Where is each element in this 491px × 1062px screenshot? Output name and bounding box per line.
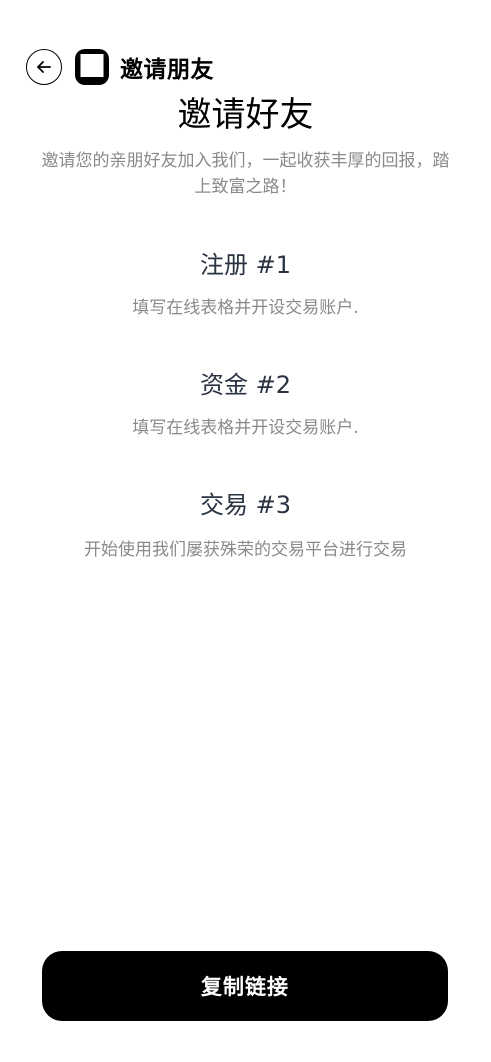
- step-title-register: 注册 #1: [199, 251, 291, 279]
- step-title-trade: 交易 #3: [199, 491, 291, 519]
- header-title: 邀请朋友: [120, 57, 214, 83]
- step-desc-trade: 开始使用我们屡获殊荣的交易平台进行交易: [84, 540, 407, 560]
- step-desc-register: 填写在线表格并开设交易账户.: [132, 298, 359, 318]
- arrow-left-icon: [37, 61, 51, 73]
- header: 邀请朋友: [26, 47, 214, 87]
- intro-text: 邀请您的亲朋好友加入我们，一起收获丰厚的回报，踏上致富之路！: [41, 151, 450, 197]
- back-button[interactable]: [26, 49, 62, 85]
- copy-link-button[interactable]: 复制链接: [42, 951, 448, 1021]
- logo: [74, 48, 110, 86]
- page-title: 邀请好友: [177, 95, 314, 135]
- square-logo-icon: [75, 49, 109, 85]
- step-desc-fund: 填写在线表格并开设交易账户.: [132, 418, 359, 438]
- step-title-fund: 资金 #2: [199, 371, 291, 399]
